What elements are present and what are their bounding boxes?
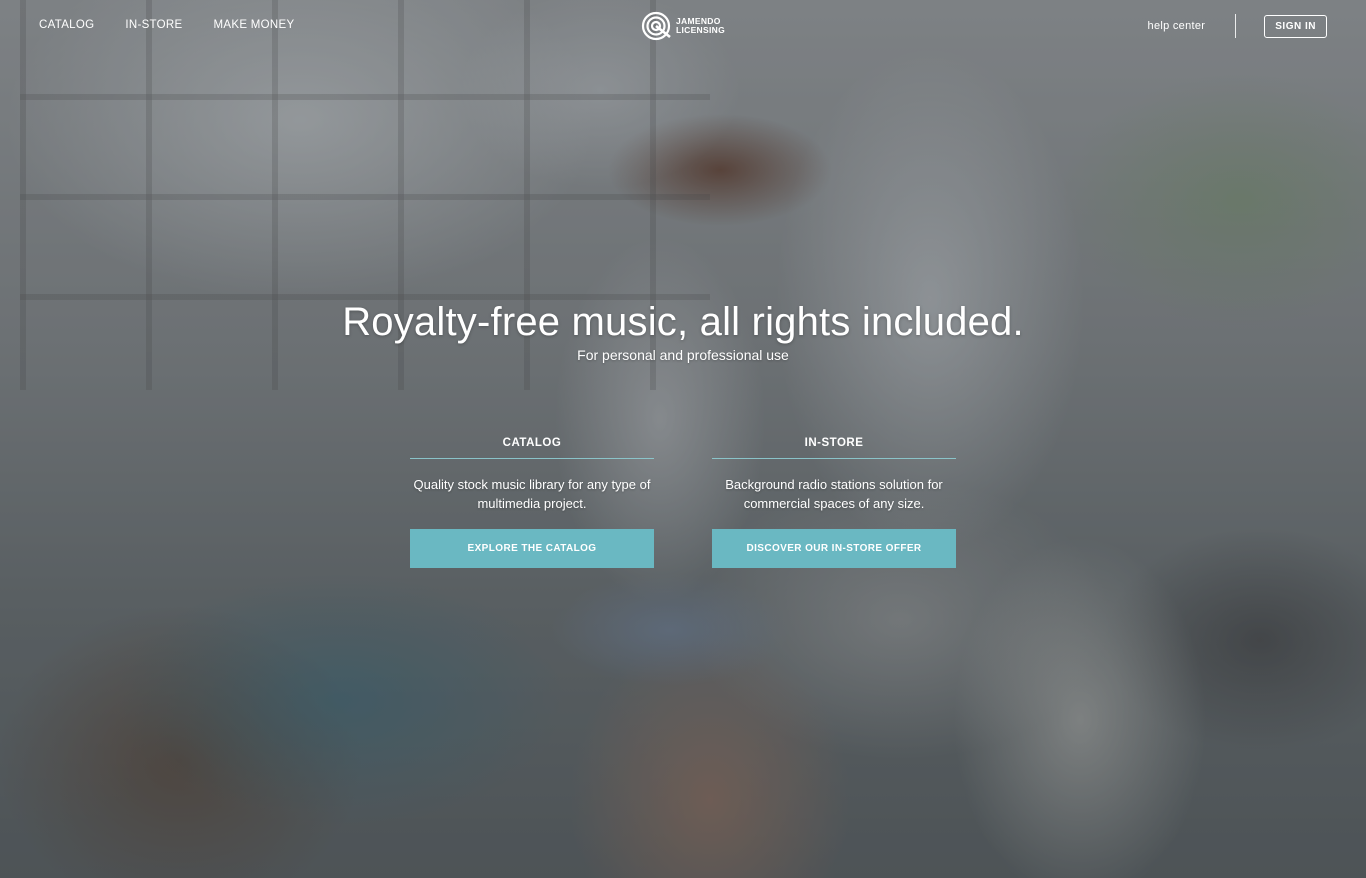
help-center-link[interactable]: help center [1148, 20, 1206, 32]
hero-headline: Royalty-free music, all rights included. [342, 300, 1024, 344]
logo-wordmark: JAMENDO LICENSING [676, 17, 725, 35]
in-store-description: Background radio stations solution for c… [725, 477, 943, 511]
jamendo-licensing-logo[interactable]: JAMENDO LICENSING [641, 11, 725, 41]
hero-dark-overlay [0, 0, 1366, 878]
nav-link-catalog[interactable]: CATALOG [39, 19, 94, 31]
catalog-title: CATALOG [410, 437, 654, 459]
top-navigation: CATALOG IN-STORE MAKE MONEY JAMENDO LICE… [0, 0, 1366, 54]
nav-link-make-money[interactable]: MAKE MONEY [214, 19, 295, 31]
hero-subheadline: For personal and professional use [577, 347, 789, 363]
explore-catalog-button[interactable]: EXPLORE THE CATALOG [410, 529, 654, 568]
in-store-title: IN-STORE [712, 437, 956, 459]
jamendo-logo-icon [641, 11, 671, 41]
primary-nav-links: CATALOG IN-STORE MAKE MONEY [39, 19, 294, 31]
discover-in-store-button[interactable]: DISCOVER OUR IN-STORE OFFER [712, 529, 956, 568]
catalog-description: Quality stock music library for any type… [413, 477, 651, 511]
in-store-column: IN-STORE Background radio stations solut… [712, 437, 956, 568]
catalog-column: CATALOG Quality stock music library for … [410, 437, 654, 568]
logo-text-licensing: LICENSING [676, 25, 725, 35]
nav-link-in-store[interactable]: IN-STORE [125, 19, 182, 31]
nav-divider [1235, 14, 1237, 38]
sign-in-button[interactable]: SIGN IN [1264, 14, 1327, 38]
secondary-nav: help center SIGN IN [1148, 14, 1327, 38]
hero-section: CATALOG IN-STORE MAKE MONEY JAMENDO LICE… [0, 0, 1366, 878]
